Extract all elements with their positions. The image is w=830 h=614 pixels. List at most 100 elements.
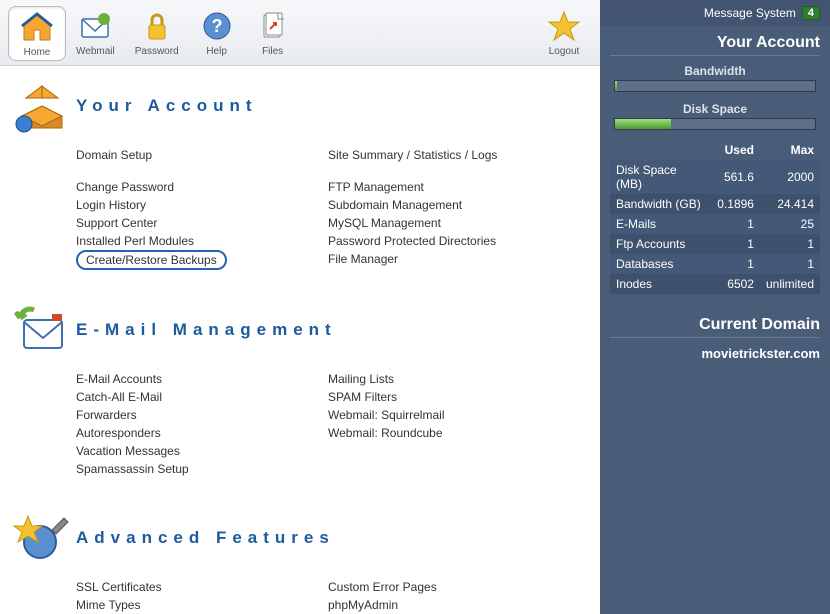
diskspace-meter — [614, 118, 816, 130]
link-item[interactable]: Forwarders — [76, 406, 328, 424]
link-item[interactable]: Subdomain Management — [328, 196, 580, 214]
link-item[interactable]: Custom Error Pages — [328, 578, 580, 596]
link-item[interactable]: Domain Setup — [76, 146, 328, 164]
stats-max: 24.414 — [760, 194, 820, 214]
content: Your Account Domain Setup Change Password… — [0, 66, 600, 614]
toolbar-files-label: Files — [262, 46, 283, 57]
section-title: Advanced Features — [76, 528, 335, 548]
stats-used: 1 — [711, 214, 760, 234]
sidebar: Message System 4 Your Account Bandwidth … — [600, 0, 830, 614]
message-system-label: Message System — [704, 6, 796, 20]
stats-label: Ftp Accounts — [610, 234, 711, 254]
link-item[interactable]: Catch-All E-Mail — [76, 388, 328, 406]
files-icon — [255, 8, 291, 44]
stats-used: 561.6 — [711, 160, 760, 194]
current-domain: movietrickster.com — [610, 346, 820, 361]
toolbar-help-label: Help — [206, 46, 227, 57]
stats-max: 25 — [760, 214, 820, 234]
email-links-right: Mailing ListsSPAM FiltersWebmail: Squirr… — [328, 370, 580, 478]
toolbar-webmail[interactable]: Webmail — [66, 6, 125, 61]
lock-icon — [139, 8, 175, 44]
stats-label: Disk Space (MB) — [610, 160, 711, 194]
stats-row: Disk Space (MB)561.62000 — [610, 160, 820, 194]
link-item[interactable]: E-Mail Accounts — [76, 370, 328, 388]
home-icon — [19, 9, 55, 45]
sidebar-your-account-title: Your Account — [610, 34, 820, 56]
account-links-right: Site Summary / Statistics / Logs FTP Mana… — [328, 146, 580, 270]
toolbar-password-label: Password — [135, 46, 179, 57]
help-icon: ? — [199, 8, 235, 44]
account-links-left: Domain Setup Change PasswordLogin History… — [76, 146, 328, 270]
toolbar-home[interactable]: Home — [8, 6, 66, 61]
diskspace-label: Disk Space — [610, 102, 820, 116]
toolbar-password[interactable]: Password — [125, 6, 189, 61]
link-item[interactable]: Installed Perl Modules — [76, 232, 328, 250]
stats-row: Databases11 — [610, 254, 820, 274]
toolbar-home-label: Home — [24, 47, 51, 58]
advanced-links-left: SSL CertificatesMime TypesApache Handler… — [76, 578, 328, 614]
link-item[interactable]: FTP Management — [328, 178, 580, 196]
stats-max: 2000 — [760, 160, 820, 194]
stats-used: 6502 — [711, 274, 760, 294]
stats-row: Bandwidth (GB)0.189624.414 — [610, 194, 820, 214]
stats-row: Inodes6502unlimited — [610, 274, 820, 294]
bandwidth-meter — [614, 80, 816, 92]
link-item[interactable]: phpMyAdmin — [328, 596, 580, 614]
toolbar-logout-label: Logout — [549, 46, 580, 57]
email-section-icon — [12, 300, 72, 360]
stats-row: E-Mails125 — [610, 214, 820, 234]
stats-label: Databases — [610, 254, 711, 274]
stats-table: Used Max Disk Space (MB)561.62000Bandwid… — [610, 140, 820, 294]
toolbar-logout[interactable]: Logout — [536, 6, 592, 61]
stats-head-used: Used — [711, 140, 760, 160]
stats-used: 0.1896 — [711, 194, 760, 214]
stats-row: Ftp Accounts11 — [610, 234, 820, 254]
star-icon — [546, 8, 582, 44]
link-item[interactable]: Site Summary / Statistics / Logs — [328, 146, 580, 164]
stats-label: Inodes — [610, 274, 711, 294]
current-domain-title: Current Domain — [610, 316, 820, 338]
link-item[interactable]: MySQL Management — [328, 214, 580, 232]
section-your-account: Your Account Domain Setup Change Password… — [12, 76, 580, 270]
advanced-links-right: Custom Error PagesphpMyAdminSite Redirec… — [328, 578, 580, 614]
stats-max: 1 — [760, 234, 820, 254]
stats-used: 1 — [711, 254, 760, 274]
link-item[interactable]: File Manager — [328, 250, 580, 268]
link-item[interactable]: Support Center — [76, 214, 328, 232]
section-email: E-Mail Management E-Mail AccountsCatch-A… — [12, 300, 580, 478]
link-item[interactable]: Autoresponders — [76, 424, 328, 442]
advanced-section-icon — [12, 508, 72, 568]
toolbar-files[interactable]: Files — [245, 6, 301, 61]
link-item[interactable]: Mime Types — [76, 596, 328, 614]
link-item[interactable]: Create/Restore Backups — [76, 250, 227, 270]
link-item[interactable]: SPAM Filters — [328, 388, 580, 406]
toolbar: Home Webmail Password ? Help — [0, 0, 600, 66]
svg-text:?: ? — [211, 16, 222, 36]
link-item[interactable]: SSL Certificates — [76, 578, 328, 596]
link-item[interactable]: Mailing Lists — [328, 370, 580, 388]
link-item[interactable]: Password Protected Directories — [328, 232, 580, 250]
link-item[interactable]: Change Password — [76, 178, 328, 196]
section-advanced: Advanced Features SSL CertificatesMime T… — [12, 508, 580, 614]
email-links-left: E-Mail AccountsCatch-All E-MailForwarder… — [76, 370, 328, 478]
stats-body: Disk Space (MB)561.62000Bandwidth (GB)0.… — [610, 160, 820, 294]
message-count-badge: 4 — [802, 6, 820, 20]
stats-label: E-Mails — [610, 214, 711, 234]
section-title: E-Mail Management — [76, 320, 337, 340]
stats-max: 1 — [760, 254, 820, 274]
toolbar-webmail-label: Webmail — [76, 46, 115, 57]
mail-icon — [77, 8, 113, 44]
link-item[interactable]: Vacation Messages — [76, 442, 328, 460]
stats-label: Bandwidth (GB) — [610, 194, 711, 214]
stats-head-max: Max — [760, 140, 820, 160]
message-system-bar[interactable]: Message System 4 — [600, 0, 830, 26]
toolbar-help[interactable]: ? Help — [189, 6, 245, 61]
link-item[interactable]: Login History — [76, 196, 328, 214]
link-item[interactable]: Spamassassin Setup — [76, 460, 328, 478]
link-item[interactable]: Webmail: Roundcube — [328, 424, 580, 442]
stats-max: unlimited — [760, 274, 820, 294]
bandwidth-label: Bandwidth — [610, 64, 820, 78]
stats-used: 1 — [711, 234, 760, 254]
link-item[interactable]: Webmail: Squirrelmail — [328, 406, 580, 424]
section-title: Your Account — [76, 96, 258, 116]
